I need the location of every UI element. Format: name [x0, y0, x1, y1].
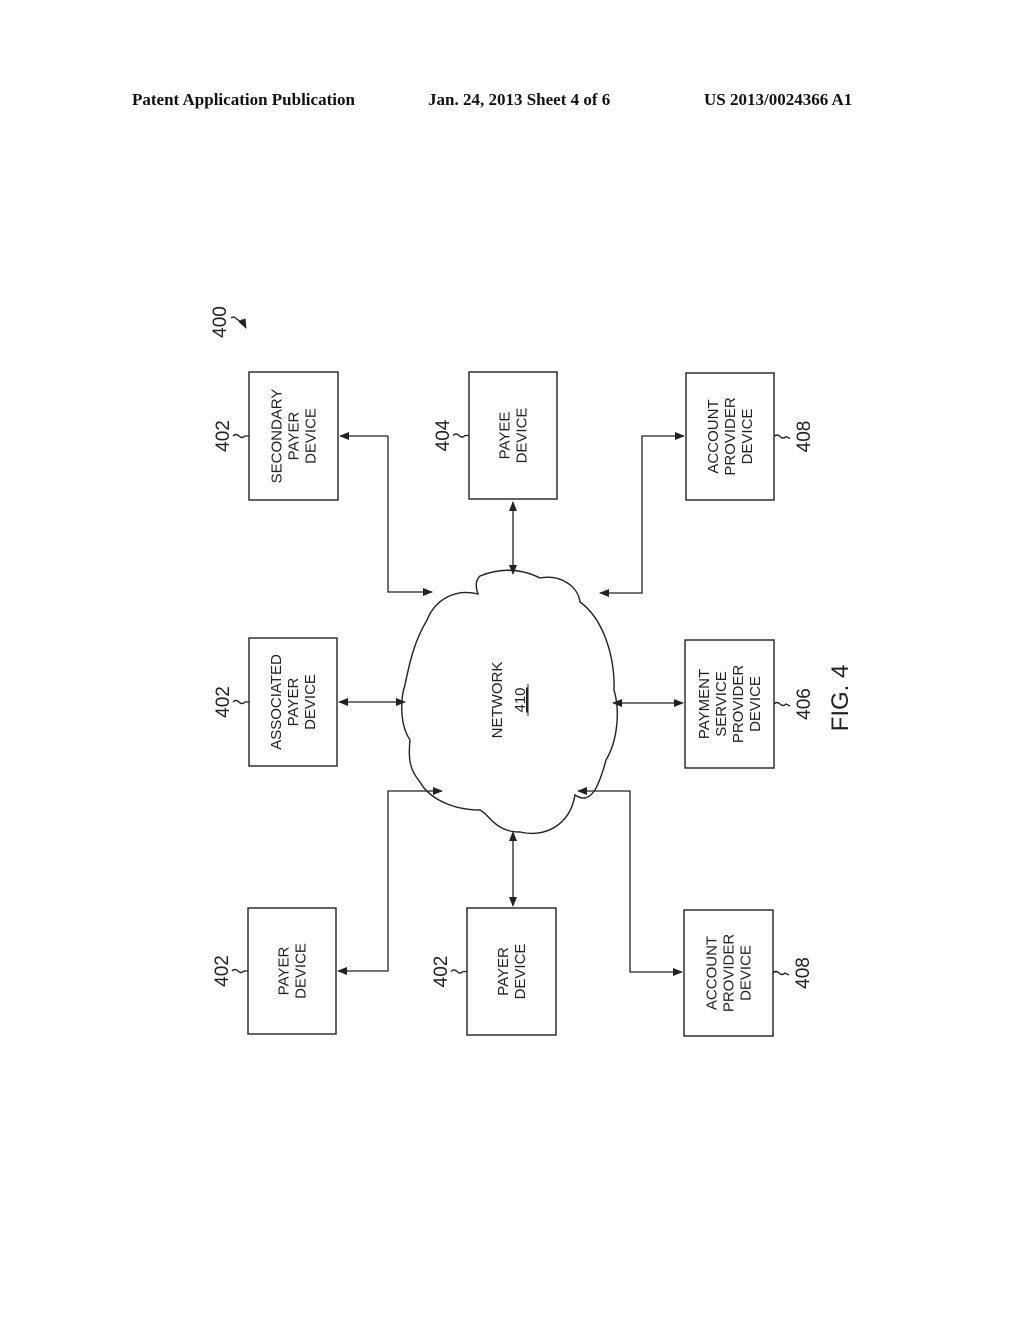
node-ref-numeral: 406	[794, 688, 815, 720]
conn-account-provider-top-arrow-network	[599, 500, 643, 597]
node-ref-numeral: 402	[213, 686, 234, 718]
node-payee: PAYEE DEVICE 404	[433, 371, 558, 500]
node-label-line: PAYER	[276, 947, 293, 996]
node-ref-leader	[231, 968, 248, 974]
node-account-provider-top: ACCOUNT PROVIDER DEVICE 408	[685, 372, 815, 501]
network-cloud: NETWORK 410	[401, 569, 618, 835]
node-label-line: PAYER	[286, 412, 303, 461]
system-ref-400: 400	[210, 306, 247, 338]
node-label-line: DEVICE	[738, 945, 755, 1001]
node-label-line: SECONDARY	[269, 389, 286, 484]
node-account-provider-bottom: ACCOUNT PROVIDER DEVICE 408	[683, 909, 814, 1037]
node-label-line: PROVIDER	[721, 934, 738, 1013]
conn-account-provider-bottom-arrow-device	[629, 880, 683, 976]
node-ref-leader	[232, 433, 249, 439]
node-associated-payer: ASSOCIATED PAYER DEVICE 402	[213, 637, 338, 767]
conn-account-provider-bottom-arrow-network	[577, 787, 631, 880]
node-label-line: PROVIDER	[730, 665, 747, 744]
system-ref-leader	[230, 316, 247, 329]
node-label-line: DEVICE	[302, 674, 319, 730]
node-ref-numeral: 408	[794, 421, 815, 453]
node-secondary-payer: SECONDARY PAYER DEVICE 402	[213, 371, 339, 501]
figure-label: FIG. 4	[827, 665, 854, 732]
conn-payer-1-arrow-network	[387, 787, 443, 880]
node-label-line: DEVICE	[514, 408, 531, 464]
node-label-line: ACCOUNT	[705, 399, 722, 473]
node-ref-leader	[773, 434, 791, 440]
node-label-line: ACCOUNT	[704, 936, 721, 1010]
node-label-line: SERVICE	[713, 671, 730, 737]
node-label-line: PAYER	[495, 947, 512, 996]
system-ref-label: 400	[210, 306, 231, 338]
network-ref: 410	[512, 687, 529, 712]
conn-secondary-payer-arrow-network	[387, 436, 433, 596]
node-label-line: DEVICE	[739, 409, 756, 465]
node-ref-numeral: 402	[431, 956, 452, 988]
node-ref-leader	[452, 433, 469, 438]
node-ref-leader	[772, 970, 790, 976]
node-ref-leader	[232, 699, 249, 705]
node-label-line: PAYEE	[497, 412, 514, 460]
node-ref-numeral: 402	[213, 420, 234, 452]
node-label-line: DEVICE	[512, 944, 529, 1000]
node-payer-1: PAYER DEVICE 402	[212, 907, 337, 1035]
node-label-line: PAYER	[285, 678, 302, 727]
conn-payer-1-arrow-device	[337, 880, 389, 975]
node-ref-leader	[450, 969, 467, 974]
node-label-line: DEVICE	[293, 943, 310, 999]
node-label-line: DEVICE	[303, 408, 320, 464]
node-ref-leader	[773, 701, 791, 707]
node-label-line: PAYMENT	[696, 669, 713, 739]
node-ref-numeral: 408	[793, 957, 814, 989]
network-diagram: 400 NETWORK 410 SECONDARY PAYER DEVICE40…	[210, 306, 854, 1037]
node-payment-service-provider: PAYMENT SERVICE PROVIDER DEVICE 406	[684, 639, 815, 769]
node-label-line: DEVICE	[747, 676, 764, 732]
network-label: NETWORK	[489, 662, 506, 739]
node-label-line: PROVIDER	[722, 397, 739, 476]
node-payer-2: PAYER DEVICE 402	[431, 907, 557, 1036]
node-label-line: ASSOCIATED	[268, 654, 285, 750]
conn-account-provider-top-arrow-device	[641, 432, 685, 500]
node-ref-numeral: 402	[212, 955, 233, 987]
node-ref-numeral: 404	[433, 419, 454, 451]
cloud-shape	[401, 569, 618, 835]
